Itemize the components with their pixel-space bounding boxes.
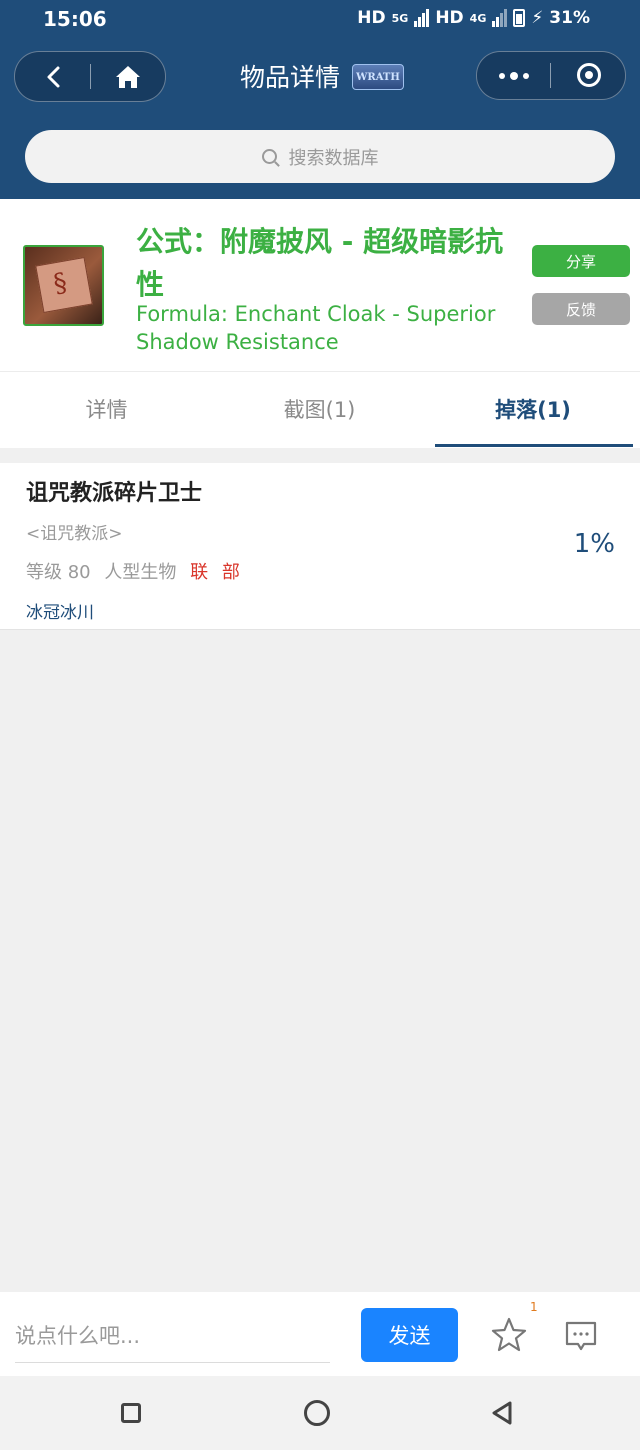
drop-rate: 1% [573, 529, 615, 559]
npc-zone-link[interactable]: 冰冠冰川 [26, 598, 94, 623]
page-title: 物品详情 [240, 63, 341, 92]
back-button[interactable] [15, 52, 90, 101]
search-icon [261, 149, 277, 164]
battery-icon [513, 9, 526, 27]
comment-input[interactable]: 说点什么吧... [15, 1320, 330, 1363]
npc-name: 诅咒教派碎片卫士 [26, 481, 203, 506]
network-gen-1: 5G [391, 11, 409, 25]
close-miniprogram-icon[interactable] [577, 63, 601, 87]
nav-capsule-right [476, 51, 626, 100]
comment-bar: 说点什么吧... 发送 1 [0, 1292, 640, 1376]
tab-drops[interactable]: 掉落(1) [426, 372, 640, 446]
wrath-logo: WRATH [352, 64, 404, 90]
feedback-button[interactable]: 反馈 [532, 293, 630, 325]
dot-icon [498, 72, 505, 79]
search-input[interactable]: 搜索数据库 [25, 130, 615, 183]
send-button[interactable]: 发送 [361, 1308, 458, 1362]
star-icon[interactable] [490, 1316, 528, 1354]
item-scroll-icon [23, 245, 104, 326]
share-button[interactable]: 分享 [532, 245, 630, 277]
home-button[interactable] [91, 52, 165, 101]
horde-tag: 部 [221, 562, 240, 583]
network-gen-2: 4G [469, 11, 487, 25]
npc-faction: <诅咒教派> [26, 524, 123, 544]
signal-icon-2 [492, 9, 508, 27]
npc-meta: 等级 80 人型生物 联 部 [26, 558, 248, 584]
chevron-left-icon [47, 66, 59, 87]
npc-type: 人型生物 [104, 562, 177, 583]
app-header: 15:06 HD 5G HD 4G ⚡ 31% 物品详情 WRATH 搜索数据库 [0, 0, 640, 199]
network-hd-2: HD [435, 8, 464, 28]
star-count: 1 [530, 1300, 538, 1314]
back-triangle-icon[interactable] [490, 1400, 514, 1426]
home-icon [116, 65, 140, 88]
more-button[interactable] [477, 52, 550, 99]
signal-icon [414, 9, 430, 27]
network-hd-1: HD [357, 8, 386, 28]
active-tab-indicator [435, 444, 633, 447]
recents-icon[interactable] [121, 1403, 141, 1423]
charging-icon: ⚡ [531, 8, 544, 28]
item-name-en: Formula: Enchant Cloak - Superior Shadow… [136, 302, 496, 354]
nav-capsule-left [14, 51, 166, 102]
battery-percent: 31% [549, 8, 590, 28]
tab-details[interactable]: 详情 [0, 372, 213, 446]
tab-bar: 详情 截图(1) 掉落(1) [0, 371, 640, 448]
nav-divider [550, 63, 551, 88]
item-name-cn: 公式：附魔披风 - 超级暗影抗性 [136, 225, 504, 301]
home-circle-icon[interactable] [304, 1400, 330, 1426]
search-placeholder: 搜索数据库 [288, 147, 379, 169]
status-bar: 15:06 HD 5G HD 4G ⚡ 31% [0, 0, 640, 40]
npc-level: 等级 80 [26, 562, 91, 583]
recipe-scroll-icon [35, 257, 93, 313]
dot-icon [509, 71, 518, 80]
status-time: 15:06 [43, 7, 107, 31]
tab-screenshots[interactable]: 截图(1) [213, 372, 426, 446]
system-nav-bar [0, 1376, 640, 1450]
status-indicators: HD 5G HD 4G ⚡ 31% [357, 8, 590, 28]
dot-icon [522, 72, 529, 79]
comment-icon[interactable] [564, 1319, 598, 1353]
alliance-tag: 联 [190, 562, 209, 583]
list-item[interactable]: 诅咒教派碎片卫士 <诅咒教派> 等级 80 人型生物 联 部 冰冠冰川 1% [0, 463, 640, 630]
